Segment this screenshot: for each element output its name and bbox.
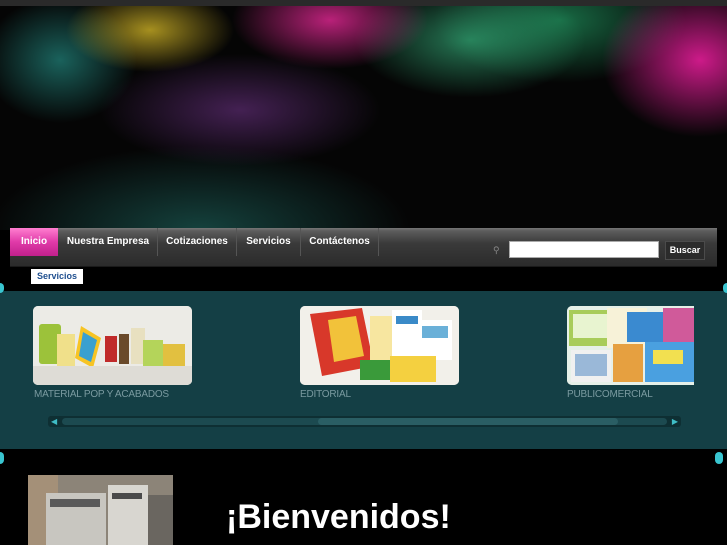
- header-banner: [0, 0, 727, 230]
- printed-books-image: [300, 306, 459, 385]
- scroll-track[interactable]: [62, 418, 667, 425]
- decorative-dot-right: [715, 452, 723, 464]
- decorative-dot-left: [0, 452, 4, 464]
- carousel-item-material-pop[interactable]: [33, 306, 192, 385]
- carousel-item-publicomercial[interactable]: [567, 306, 694, 385]
- carousel-edge-left: [0, 283, 4, 293]
- main-navigation: Inicio Nuestra Empresa Cotizaciones Serv…: [10, 228, 717, 267]
- search-input[interactable]: [509, 241, 659, 258]
- nav-item-servicios[interactable]: Servicios: [237, 228, 301, 256]
- carousel-scrollbar[interactable]: ◀ ▶: [48, 416, 681, 427]
- carousel-caption: MATERIAL POP Y ACABADOS: [34, 389, 169, 400]
- nav-item-cotizaciones[interactable]: Cotizaciones: [158, 228, 237, 256]
- press-machine-image: [28, 475, 173, 545]
- carousel-edge-right: [723, 283, 727, 293]
- scroll-left-icon[interactable]: ◀: [51, 416, 57, 427]
- brochures-image: [567, 306, 694, 385]
- services-carousel: MATERIAL POP Y ACABADOS EDITORIAL PUBLIC…: [0, 283, 727, 449]
- carousel-caption: EDITORIAL: [300, 389, 351, 400]
- scroll-right-icon[interactable]: ▶: [672, 416, 678, 427]
- search-icon: ⚲: [493, 245, 500, 255]
- scroll-thumb[interactable]: [318, 418, 618, 425]
- welcome-heading: ¡Bienvenidos!: [226, 498, 451, 536]
- nav-item-contactenos[interactable]: Contáctenos: [301, 228, 379, 256]
- carousel-caption: PUBLICOMERCIAL: [567, 389, 653, 400]
- carousel-item-editorial[interactable]: [300, 306, 459, 385]
- search-button[interactable]: Buscar: [665, 241, 705, 260]
- section-tab-servicios[interactable]: Servicios: [31, 269, 83, 284]
- nav-item-inicio[interactable]: Inicio: [10, 228, 58, 256]
- nav-item-nuestra-empresa[interactable]: Nuestra Empresa: [59, 228, 158, 256]
- product-packages-image: [33, 306, 192, 385]
- printing-press-photo: [28, 475, 173, 545]
